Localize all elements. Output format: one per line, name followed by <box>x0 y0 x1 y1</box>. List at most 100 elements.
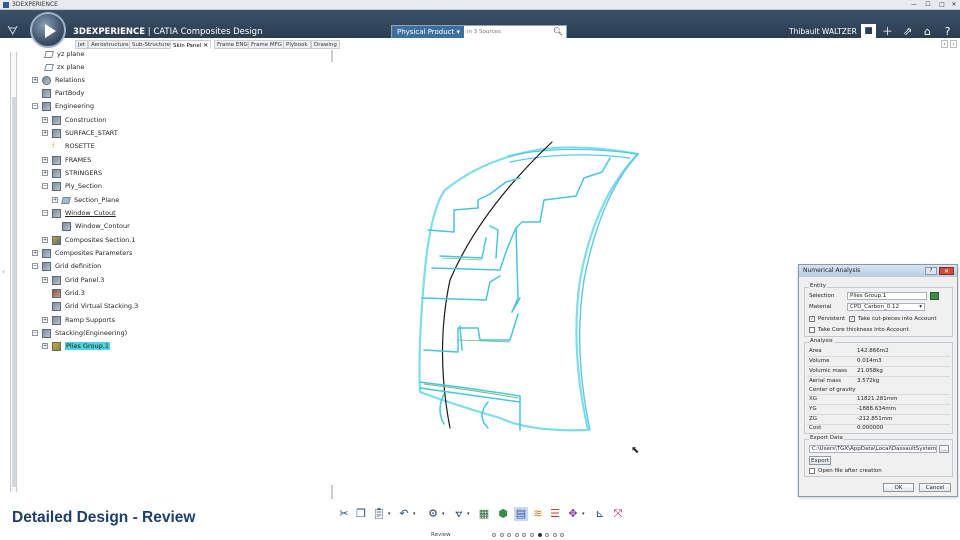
tree-item[interactable]: − Ply_Section <box>42 180 102 192</box>
help-icon[interactable]: ? <box>925 267 937 275</box>
export-button[interactable]: Export <box>809 456 831 465</box>
export-path-field[interactable]: C:\Users\TGX\AppData\Local\DassaultSyste… <box>809 445 937 453</box>
tab-scroll-right-icon[interactable]: › <box>950 40 957 48</box>
add-icon[interactable]: ＋ <box>880 24 895 39</box>
expand-icon[interactable]: + <box>42 237 48 243</box>
chevron-down-icon[interactable]: ▾ <box>467 511 470 517</box>
avatar[interactable]: ■ <box>861 24 876 39</box>
ply-table-icon[interactable]: ≋ <box>531 507 545 521</box>
expand-icon[interactable]: + <box>32 77 38 83</box>
maximize-button[interactable]: □ <box>936 1 948 9</box>
persistent-checkbox[interactable]: ✓ <box>809 316 815 322</box>
settings-icon[interactable]: ⚙ <box>426 507 440 521</box>
tree-item[interactable]: Grid Virtual Stacking.3 <box>52 300 138 312</box>
search-scope-dropdown[interactable]: Physical Product ▾ <box>392 26 464 38</box>
cut-pieces-checkbox[interactable]: ✓ <box>849 316 855 322</box>
tab-frame-mfg[interactable]: Frame MFG <box>248 40 286 49</box>
tree-item[interactable]: ⟊ ROSETTE <box>52 140 95 152</box>
cross-section-icon[interactable]: ✥ <box>566 507 580 521</box>
numerical-analysis-icon[interactable]: ▤ <box>514 507 528 521</box>
share-icon[interactable]: ⇗ <box>900 24 915 39</box>
tree-item[interactable]: yz plane <box>44 48 84 60</box>
tree-item[interactable]: + Plies Group.1 <box>42 340 110 352</box>
expand-icon[interactable]: + <box>42 130 48 136</box>
tree-item[interactable]: Window_Contour <box>62 220 130 232</box>
pager-dot[interactable] <box>514 533 519 537</box>
3d-viewport[interactable] <box>340 50 790 490</box>
tree-item[interactable]: + Composites Section.1 <box>42 234 136 246</box>
tab-plybook[interactable]: Plybook <box>283 40 311 49</box>
expand-icon[interactable]: + <box>42 343 48 349</box>
tree-item[interactable]: − Stacking(Engineering) <box>32 327 127 339</box>
measure-icon[interactable]: ⦡ <box>452 507 466 521</box>
ply-surface-icon[interactable]: ⬢ <box>496 507 510 521</box>
tab-frame-eng[interactable]: Frame ENG <box>214 40 251 49</box>
core-thickness-checkbox[interactable] <box>809 327 815 333</box>
tab-sub-structure[interactable]: Sub-Structure <box>129 40 174 49</box>
tree-item[interactable]: + SURFACE_START <box>42 127 118 139</box>
search-icon[interactable]: 🔍︎ <box>553 27 563 36</box>
stacking-icon[interactable]: ☰ <box>548 507 562 521</box>
tree-item[interactable]: + Ramp Supports <box>42 314 115 326</box>
selection-field[interactable]: Plies Group.1 <box>847 292 927 300</box>
collapse-icon[interactable]: − <box>32 330 38 336</box>
collapse-icon[interactable]: − <box>32 103 38 109</box>
expand-icon[interactable]: + <box>42 170 48 176</box>
help-icon[interactable]: ? <box>940 24 955 39</box>
splitter-handle[interactable] <box>331 50 333 62</box>
tree-item[interactable]: PartBody <box>42 87 84 99</box>
browse-button[interactable]: … <box>939 445 949 453</box>
tree-item[interactable]: − Grid definition <box>32 260 101 272</box>
expand-icon[interactable]: + <box>32 250 38 256</box>
expand-icon[interactable]: + <box>42 277 48 283</box>
close-icon[interactable]: ✕ <box>939 267 954 275</box>
pager-dot[interactable] <box>507 533 512 537</box>
minimize-button[interactable]: — <box>908 1 920 9</box>
tree-item[interactable]: + Relations <box>32 74 85 86</box>
pager-dot[interactable] <box>537 533 542 537</box>
paste-icon[interactable]: 📋︎ <box>372 507 386 521</box>
undo-icon[interactable]: ↶ <box>397 507 411 521</box>
expand-icon[interactable]: + <box>42 157 48 163</box>
ok-button[interactable]: OK <box>883 483 914 492</box>
dialog-titlebar[interactable]: Numerical Analysis ? ✕ <box>799 265 957 277</box>
chevron-down-icon[interactable]: ▾ <box>582 511 585 517</box>
pick-selection-icon[interactable] <box>930 292 939 300</box>
copy-icon[interactable]: ❐ <box>354 507 368 521</box>
plot-icon[interactable]: ⊾ <box>593 507 607 521</box>
pager-dot[interactable] <box>552 533 557 537</box>
cancel-button[interactable]: Cancel <box>919 483 951 492</box>
tree-item[interactable]: + Construction <box>42 114 106 126</box>
flattening-icon[interactable]: ⤧ <box>611 507 625 521</box>
pager-dot[interactable] <box>560 533 565 537</box>
open-after-checkbox[interactable] <box>809 468 815 474</box>
collapse-icon[interactable]: − <box>42 210 48 216</box>
close-tab-icon[interactable]: ✕ <box>203 42 208 49</box>
compass-button[interactable] <box>30 12 66 48</box>
restore-button[interactable]: ☐ <box>922 1 934 9</box>
tree-item[interactable]: − Window_Cutout <box>42 207 116 219</box>
user-name[interactable]: Thibault WALTZER <box>789 27 857 36</box>
tree-item[interactable]: − Engineering <box>32 100 94 112</box>
pager-dot[interactable] <box>545 533 550 537</box>
chevron-down-icon[interactable]: ▾ <box>442 511 445 517</box>
tab-scroll-left-icon[interactable]: ‹ <box>941 40 948 48</box>
tree-item[interactable]: + Grid Panel.3 <box>42 274 104 286</box>
expand-icon[interactable]: + <box>42 317 48 323</box>
expand-icon[interactable]: + <box>42 117 48 123</box>
tree-item[interactable]: + STRINGERS <box>42 167 102 179</box>
tab-skin-panel[interactable]: Skin Panel ✕ <box>170 40 212 49</box>
pager-dot[interactable] <box>499 533 504 537</box>
pager-dot[interactable] <box>522 533 527 537</box>
tree-item[interactable]: + Composites Parameters <box>32 247 132 259</box>
cut-icon[interactable]: ✂ <box>337 507 351 521</box>
expand-icon[interactable]: + <box>52 197 58 203</box>
tree-item[interactable]: Grid.3 <box>52 287 85 299</box>
chevron-down-icon[interactable]: ▾ <box>413 511 416 517</box>
tree-item[interactable]: zx plane <box>44 61 84 73</box>
tree-item[interactable]: + Section_Plane <box>52 194 119 206</box>
pager-dot[interactable] <box>492 533 496 537</box>
tab-aerostructure[interactable]: Aerostructure <box>88 40 132 49</box>
material-select[interactable]: CPD_Carbon_0.12 ▾ <box>847 303 925 311</box>
close-window-button[interactable]: ✕ <box>948 1 960 9</box>
